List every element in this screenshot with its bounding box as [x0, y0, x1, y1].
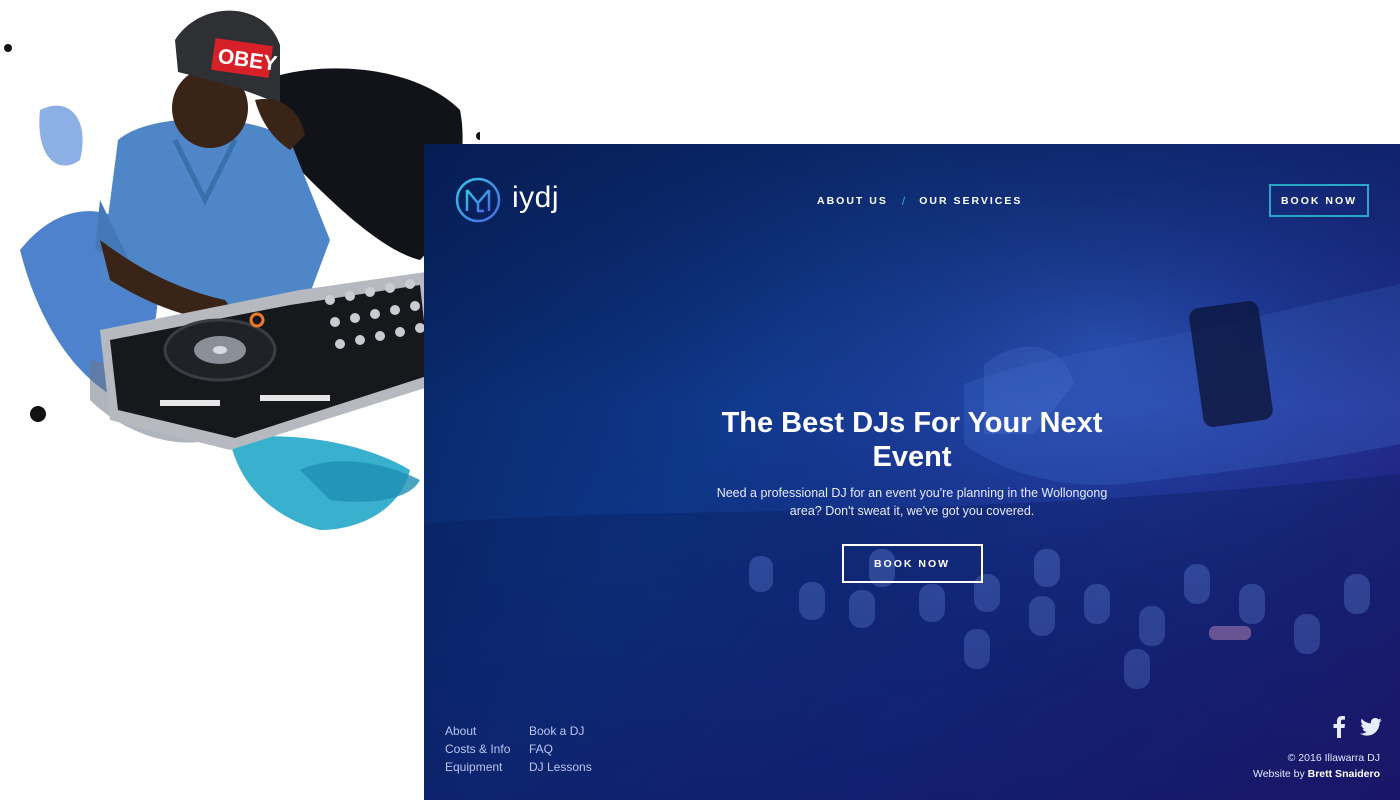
site-logo[interactable]: iydj [454, 176, 559, 224]
nav-separator: / [901, 194, 906, 208]
credit-prefix: Website by [1252, 768, 1305, 780]
website-mockup: iydj ABOUT US / OUR SERVICES BOOK NOW Th… [424, 144, 1400, 800]
main-nav: ABOUT US / OUR SERVICES [817, 194, 1022, 208]
presentation-stage: OBEY iydj ABOUT US / OUR SERVICES BOOK N… [0, 0, 1400, 800]
website-credit: Website by Brett Snaidero [1253, 766, 1380, 782]
footer-link-costs-info[interactable]: Costs & Info [445, 742, 529, 756]
footer-link-equipment[interactable]: Equipment [445, 760, 529, 774]
social-links [1332, 716, 1382, 738]
iydj-logo-icon [455, 177, 501, 223]
footer-link-faq[interactable]: FAQ [529, 742, 613, 756]
hero-title: The Best DJs For Your Next Event [721, 407, 1103, 473]
site-header: iydj ABOUT US / OUR SERVICES BOOK NOW [424, 144, 1400, 256]
dj-promo-illustration: OBEY [0, 0, 480, 560]
hero-subtitle: Need a professional DJ for an event you'… [716, 486, 1108, 518]
footer-copyright: © 2016 Illawarra DJ Website by Brett Sna… [1253, 750, 1380, 782]
dj-illustration-graphic: OBEY [4, 10, 480, 530]
nav-our-services[interactable]: OUR SERVICES [919, 195, 1022, 207]
footer-link-book-a-dj[interactable]: Book a DJ [529, 724, 613, 738]
footer-links: About Book a DJ Costs & Info FAQ Equipme… [445, 724, 613, 774]
credit-author-link[interactable]: Brett Snaidero [1308, 768, 1380, 780]
footer-link-dj-lessons[interactable]: DJ Lessons [529, 760, 613, 774]
facebook-icon[interactable] [1332, 716, 1346, 738]
footer-link-about[interactable]: About [445, 724, 529, 738]
hero-book-now-button[interactable]: BOOK NOW [841, 544, 983, 583]
hero-section: The Best DJs For Your Next Event Need a … [424, 406, 1400, 583]
twitter-icon[interactable] [1360, 718, 1382, 736]
nav-about-us[interactable]: ABOUT US [817, 195, 888, 207]
header-book-now-button[interactable]: BOOK NOW [1269, 184, 1369, 217]
logo-wordmark: iydj [512, 181, 560, 214]
copyright-text: © 2016 Illawarra DJ [1287, 752, 1380, 764]
